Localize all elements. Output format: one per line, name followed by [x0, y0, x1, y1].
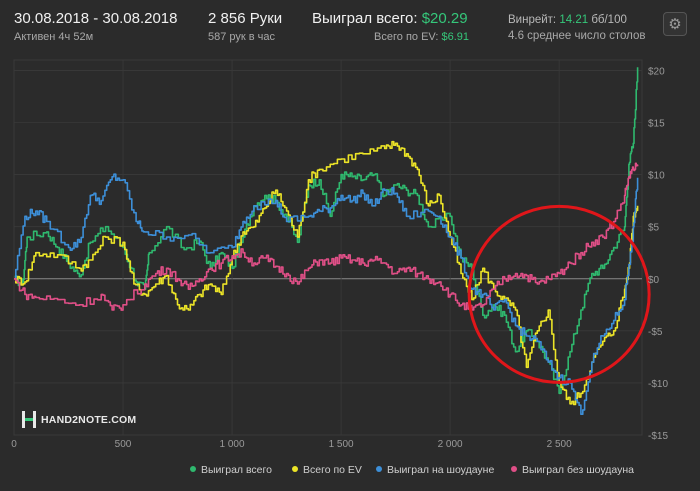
gear-icon[interactable]: ⚙ [663, 12, 687, 36]
x-tick-label: 500 [115, 439, 132, 450]
y-tick-label: $5 [648, 223, 660, 234]
legend-dot [190, 466, 196, 473]
legend-label: Выиграл на шоудауне [387, 464, 495, 476]
y-tick-label: $0 [648, 275, 660, 286]
x-tick-label: 1 500 [329, 439, 354, 450]
won-block: Выиграл всего: $20.29 Всего по EV: $6.91 [312, 10, 469, 43]
profit-graph: $20 $15 $10 $5 $0 -$5 -$10 -$15 0 500 1 000 1 500 2 … [11, 59, 668, 450]
legend-item-non-showdown[interactable]: Выиграл без шоудауна [511, 464, 634, 476]
legend-label: Всего по EV [303, 464, 362, 476]
legend-dot [511, 466, 517, 473]
chart-legend: Выиграл всего Всего по EV Выиграл на шоу… [0, 462, 700, 482]
legend-label: Выиграл всего [201, 464, 272, 476]
date-block: 30.08.2018 - 30.08.2018 Активен 4ч 52м [14, 10, 177, 43]
plot-frame [13, 59, 643, 436]
y-tick-label: -$15 [648, 431, 668, 442]
winrate-unit: бб/100 [591, 14, 627, 26]
series-won-total [14, 67, 639, 395]
series-showdown [14, 173, 639, 415]
x-tick-label: 1 000 [220, 439, 245, 450]
stats-header: 30.08.2018 - 30.08.2018 Активен 4ч 52м 2… [0, 0, 700, 52]
y-tick-label: -$10 [648, 379, 668, 390]
hands-count: 2 856 Руки [208, 10, 283, 27]
date-range: 30.08.2018 - 30.08.2018 [14, 10, 178, 27]
hand2note-logo: HAND2NOTE.COM [22, 411, 136, 428]
y-tick-label: -$5 [648, 327, 663, 338]
y-tick-label: $20 [648, 66, 665, 77]
legend-dot [376, 466, 382, 473]
x-tick-label: 2 500 [547, 439, 572, 450]
legend-item-showdown[interactable]: Выиграл на шоудауне [376, 464, 494, 476]
winrate-block: Винрейт: 14.21 бб/100 4.6 среднее число … [508, 14, 646, 42]
y-tick-label: $10 [648, 171, 665, 182]
won-value: $20.29 [421, 10, 468, 27]
ev-label: Всего по EV: [374, 31, 439, 43]
series-ev [14, 140, 639, 406]
legend-label: Выиграл без шоудауна [522, 464, 634, 476]
x-tick-label: 0 [11, 439, 17, 450]
active-time: Активен 4ч 52м [14, 31, 94, 43]
legend-item-won-total[interactable]: Выиграл всего [190, 464, 272, 476]
y-tick-label: $15 [648, 119, 665, 130]
hands-rate: 587 рук в час [208, 31, 276, 43]
h2n-logo-icon [22, 411, 36, 428]
avg-tables: 4.6 среднее число столов [508, 30, 646, 42]
winrate-label: Винрейт: [508, 14, 557, 26]
x-tick-label: 2 000 [438, 439, 463, 450]
ev-line: Всего по EV: $6.91 [312, 31, 469, 43]
hands-block: 2 856 Руки 587 рук в час [208, 10, 282, 43]
legend-item-ev[interactable]: Всего по EV [292, 464, 362, 476]
winrate-value: 14.21 [559, 14, 589, 26]
logo-text: HAND2NOTE.COM [41, 413, 137, 426]
ev-value: $6.91 [441, 31, 469, 43]
legend-dot [292, 466, 298, 473]
won-label: Выиграл всего: [312, 10, 418, 27]
